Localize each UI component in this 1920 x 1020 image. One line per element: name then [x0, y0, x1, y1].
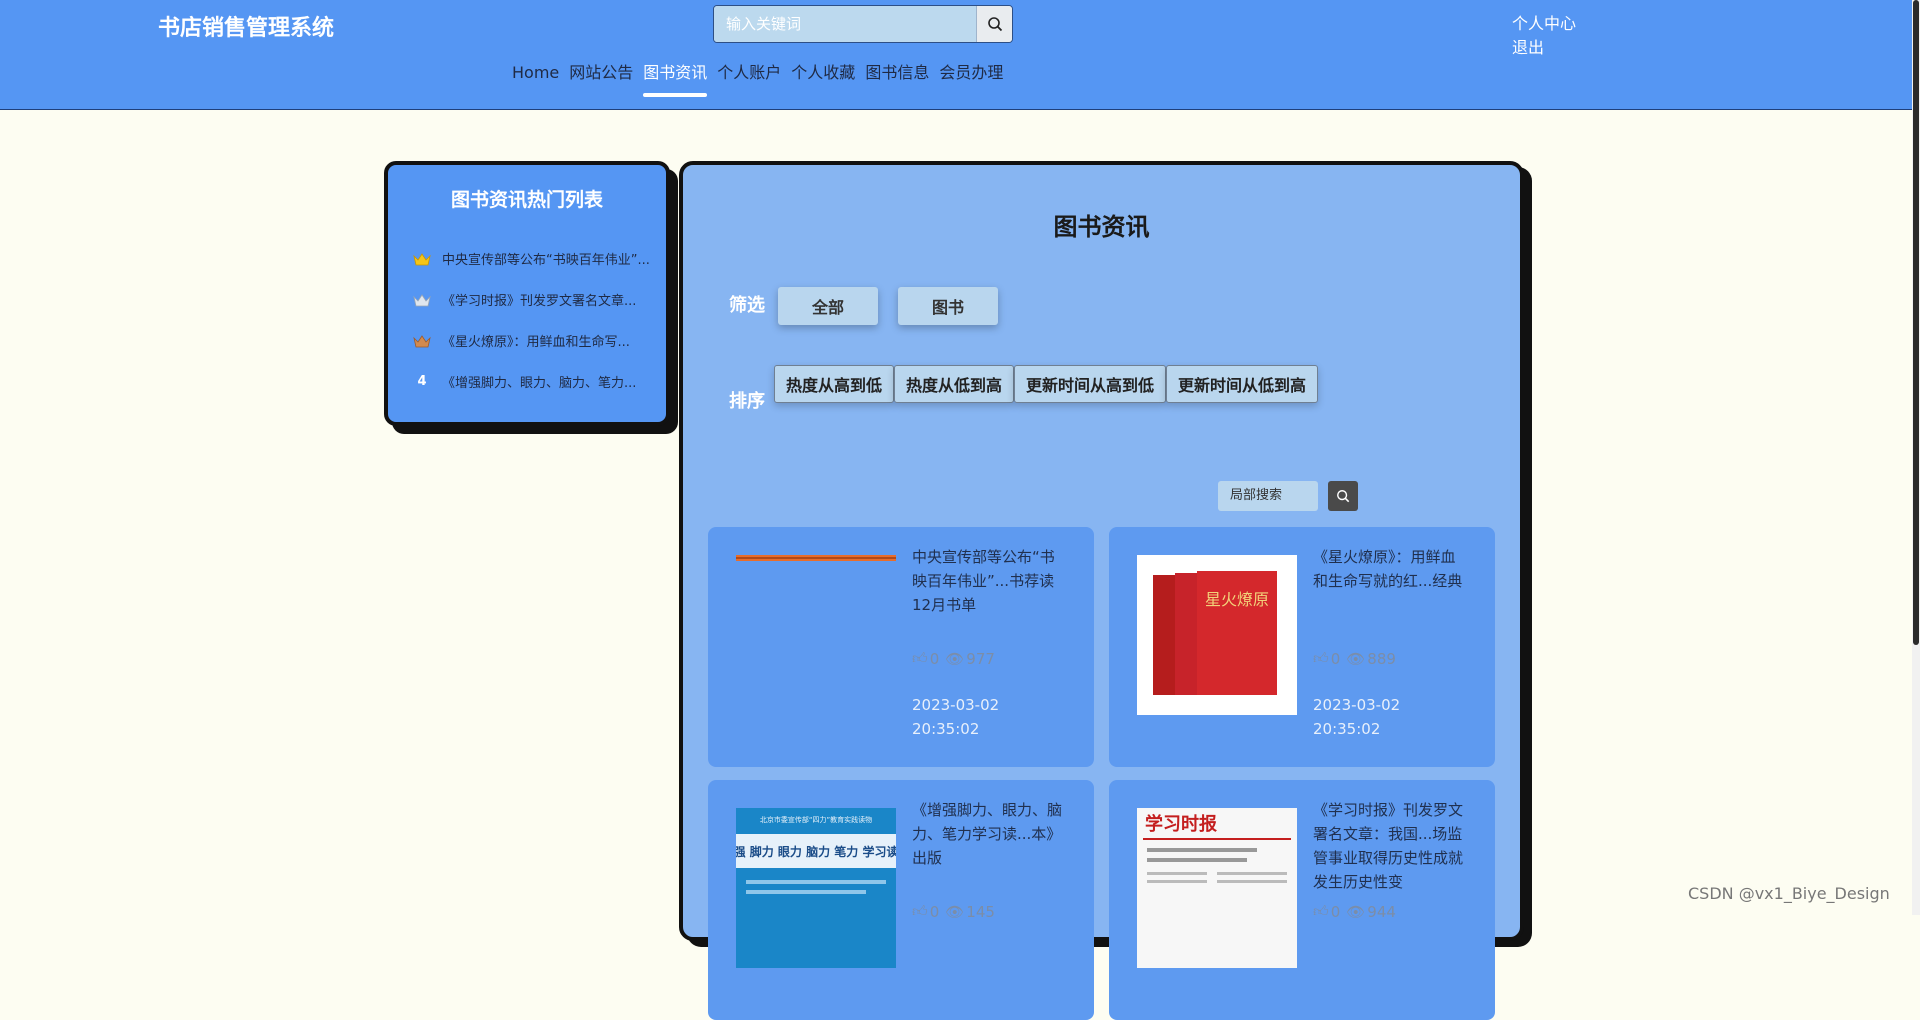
news-thumbnail: 星火燎原	[1137, 555, 1297, 715]
nav-item-announcements[interactable]: 网站公告	[564, 60, 638, 100]
hot-list-item[interactable]: 《星火燎原》：用鲜血和生命写...	[388, 320, 666, 361]
eye-icon: 👁	[1346, 902, 1366, 921]
news-card[interactable]: 星火燎原 《星火燎原》：用鲜血和生命写就的红...经典 👍︎ 0 👁 889 2…	[1109, 527, 1495, 767]
silver-crown-icon	[412, 292, 432, 308]
hot-list-item[interactable]: 中央宣传部等公布“书映百年伟业”...	[388, 238, 666, 279]
hot-list: 中央宣传部等公布“书映百年伟业”... 《学习时报》刊发罗文署名文章... 《星…	[388, 238, 666, 402]
news-thumbnail	[736, 555, 896, 715]
sort-button-group: 热度从高到低 热度从低到高 更新时间从高到低 更新时间从低到高	[774, 365, 1319, 403]
news-card-title: 《星火燎原》：用鲜血和生命写就的红...经典	[1313, 548, 1463, 590]
nav-item-favorites[interactable]: 个人收藏	[786, 60, 860, 100]
hot-list-item[interactable]: 4 《增强脚力、眼力、脑力、笔力...	[388, 361, 666, 402]
newspaper-masthead: 学习时报	[1145, 813, 1217, 835]
news-thumbnail: 学习时报	[1137, 808, 1297, 968]
local-search-input[interactable]: 局部搜索	[1218, 481, 1318, 511]
sort-time-asc-button[interactable]: 更新时间从低到高	[1166, 365, 1319, 403]
search-button[interactable]	[976, 6, 1012, 42]
main-nav: Home 网站公告 图书资讯 个人账户 个人收藏 图书信息 会员办理	[507, 60, 1008, 100]
nav-item-book-news[interactable]: 图书资讯	[638, 60, 712, 100]
thumbs-up-icon: 👍︎	[912, 902, 928, 920]
news-card-stats: 👍︎ 0 👁 944	[1313, 902, 1396, 921]
hot-list-item-text: 《增强脚力、眼力、脑力、笔力...	[442, 376, 637, 391]
site-title: 书店销售管理系统	[158, 16, 335, 41]
user-links: 个人中心 退出	[1512, 12, 1576, 60]
search-input[interactable]	[714, 6, 976, 42]
thumbs-up-icon: 👍︎	[1313, 649, 1329, 667]
nav-item-book-info[interactable]: 图书信息	[860, 60, 934, 100]
news-card[interactable]: 中央宣传部等公布“书映百年伟业”...书荐读12月书单 👍︎ 0 👁 977 2…	[708, 527, 1094, 767]
like-count: 0	[929, 902, 940, 921]
page-title: 图书资讯	[1053, 213, 1150, 241]
thumbs-up-icon: 👍︎	[912, 649, 928, 667]
nav-item-membership[interactable]: 会员办理	[934, 60, 1008, 100]
hot-list-item-text: 《学习时报》刊发罗文署名文章...	[442, 294, 637, 309]
search-icon	[1337, 490, 1350, 503]
like-count: 0	[929, 649, 940, 668]
logout-link[interactable]: 退出	[1512, 36, 1576, 60]
news-card-date: 2023-03-02 20:35:02	[912, 696, 1000, 738]
sort-time-desc-button[interactable]: 更新时间从高到低	[1014, 365, 1167, 403]
nav-item-account[interactable]: 个人账户	[712, 60, 786, 100]
gold-crown-icon	[412, 251, 432, 267]
news-card-stats: 👍︎ 0 👁 145	[912, 902, 995, 921]
sort-label: 排序	[729, 391, 765, 412]
view-count: 889	[1367, 649, 1396, 668]
book-cover-title: 星火燎原	[1205, 590, 1269, 609]
like-count: 0	[1330, 902, 1341, 921]
sort-hot-asc-button[interactable]: 热度从低到高	[894, 365, 1015, 403]
news-card-date: 2023-03-02 20:35:02	[1313, 696, 1401, 738]
filter-books-button[interactable]: 图书	[898, 287, 998, 325]
filter-all-button[interactable]: 全部	[778, 287, 878, 325]
hot-list-item-text: 中央宣传部等公布“书映百年伟业”...	[442, 253, 650, 268]
news-main-panel: 图书资讯 筛选 全部 图书 排序 热度从高到低 热度从低到高 更新时间从高到低 …	[679, 161, 1524, 1020]
hot-list-title: 图书资讯热门列表	[450, 189, 603, 211]
eye-icon: 👁	[945, 649, 965, 668]
search-icon	[987, 17, 1002, 32]
news-card-title: 中央宣传部等公布“书映百年伟业”...书荐读12月书单	[912, 548, 1055, 614]
news-thumbnail: 北京市委宣传部“四力”教育实践读物 增强 脚力 眼力 脑力 笔力 学习读本	[722, 808, 910, 968]
filter-label: 筛选	[729, 295, 765, 316]
hot-list-item-text: 《星火燎原》：用鲜血和生命写...	[442, 335, 630, 350]
news-card[interactable]: 学习时报 《学习时报》刊发罗文署名文章：我国...场监管事业取得历史性成就发生历…	[1109, 780, 1495, 1020]
view-count: 944	[1367, 902, 1396, 921]
search-bar	[713, 5, 1013, 43]
nav-item-home[interactable]: Home	[507, 60, 564, 100]
news-card-stats: 👍︎ 0 👁 889	[1313, 649, 1396, 668]
news-card[interactable]: 北京市委宣传部“四力”教育实践读物 增强 脚力 眼力 脑力 笔力 学习读本 《增…	[708, 780, 1094, 1020]
news-card-stats: 👍︎ 0 👁 977	[912, 649, 995, 668]
page-scrollbar[interactable]	[1912, 0, 1920, 915]
rank-number: 4	[417, 374, 427, 389]
hot-list-panel: 图书资讯热门列表 中央宣传部等公布“书映百年伟业”... 《学习时报》刊发罗文署…	[384, 161, 670, 426]
view-count: 145	[966, 902, 995, 921]
watermark: CSDN @vx1_Biye_Design	[1688, 884, 1890, 903]
bronze-crown-icon	[412, 333, 432, 349]
top-header: 书店销售管理系统 个人中心 退出 Home 网站公告 图书资讯 个人账户 个人收…	[0, 0, 1912, 110]
book-cover-series: 北京市委宣传部“四力”教育实践读物	[760, 815, 872, 824]
sort-hot-desc-button[interactable]: 热度从高到低	[774, 365, 895, 403]
news-card-title: 《学习时报》刊发罗文署名文章：我国...场监管事业取得历史性成就发生历史性变	[1313, 801, 1464, 891]
scrollbar-thumb[interactable]	[1913, 0, 1919, 645]
news-card-title: 《增强脚力、眼力、脑力、笔力学习读...本》出版	[912, 801, 1063, 867]
book-cover-title: 增强 脚力 眼力 脑力 笔力 学习读本	[736, 844, 896, 859]
thumbs-up-icon: 👍︎	[1313, 902, 1329, 920]
eye-icon: 👁	[945, 902, 965, 921]
like-count: 0	[1330, 649, 1341, 668]
view-count: 977	[966, 649, 995, 668]
hot-list-item[interactable]: 《学习时报》刊发罗文署名文章...	[388, 279, 666, 320]
eye-icon: 👁	[1346, 649, 1366, 668]
local-search-button[interactable]	[1328, 481, 1358, 511]
user-center-link[interactable]: 个人中心	[1512, 12, 1576, 36]
